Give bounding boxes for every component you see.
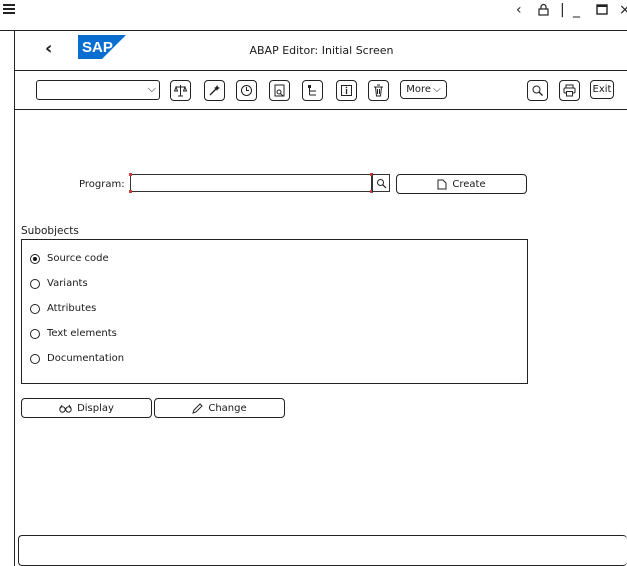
status-bar	[18, 535, 627, 566]
radio-text-elements[interactable]: Text elements	[30, 328, 117, 339]
subobjects-title: Subobjects	[21, 225, 79, 237]
radio-documentation[interactable]: Documentation	[30, 353, 124, 364]
chevron-down-icon: ⌵	[433, 84, 441, 95]
pencil-icon	[192, 402, 204, 414]
activate-icon[interactable]	[204, 80, 225, 101]
radio-attributes[interactable]: Attributes	[30, 303, 96, 314]
application-toolbar: ⌵ More ⌵ Exit	[14, 71, 627, 110]
separator-icon: |	[560, 2, 565, 18]
radio-label: Documentation	[47, 353, 125, 364]
object-list-icon[interactable]	[269, 80, 290, 101]
radio-button[interactable]	[30, 353, 40, 364]
glasses-icon	[59, 404, 72, 413]
search-icon[interactable]	[527, 80, 548, 101]
radio-button[interactable]	[30, 328, 40, 339]
value-help-button[interactable]	[372, 174, 390, 192]
sap-gui-window: ‹ | _ × ABAP Editor: Initial Screen ‹ SA…	[0, 0, 627, 566]
create-label: Create	[452, 178, 486, 190]
radio-label: Text elements	[47, 328, 117, 339]
main-content: Program: Create Subobjects Source code V…	[14, 110, 627, 566]
radio-label: Variants	[47, 278, 88, 289]
minimize-icon[interactable]: _	[573, 2, 580, 18]
lock-icon[interactable]	[538, 3, 549, 20]
exit-label: Exit	[592, 84, 612, 95]
menu-icon[interactable]	[3, 4, 15, 14]
change-button[interactable]: Change	[154, 398, 285, 418]
close-icon[interactable]: ×	[619, 2, 627, 18]
search-icon	[376, 178, 386, 188]
program-label: Program:	[79, 179, 125, 190]
change-label: Change	[208, 402, 247, 414]
display-button[interactable]: Display	[21, 398, 152, 418]
required-marker	[129, 190, 132, 193]
radio-button[interactable]	[30, 278, 40, 289]
radio-button[interactable]	[30, 253, 40, 264]
program-input[interactable]	[130, 174, 372, 192]
create-button[interactable]: Create	[396, 174, 527, 194]
subobjects-group: Source code Variants Attributes Text ele…	[21, 239, 528, 384]
maximize-icon[interactable]	[596, 3, 608, 19]
radio-button[interactable]	[30, 303, 40, 314]
print-icon[interactable]	[559, 80, 580, 101]
info-icon[interactable]	[336, 80, 357, 101]
sap-logo: SAP	[78, 35, 126, 59]
radio-source-code[interactable]: Source code	[30, 253, 109, 264]
command-field[interactable]: ⌵	[36, 80, 160, 100]
radio-label: Source code	[47, 253, 109, 264]
radio-variants[interactable]: Variants	[30, 278, 88, 289]
hierarchy-icon[interactable]	[302, 80, 323, 101]
more-label: More	[406, 84, 432, 95]
system-bar: ‹ | _ ×	[0, 0, 627, 31]
chevron-left-icon[interactable]: ‹	[516, 2, 522, 18]
display-label: Display	[77, 402, 114, 414]
radio-label: Attributes	[47, 303, 97, 314]
new-document-icon	[437, 179, 447, 189]
where-used-icon[interactable]	[236, 80, 257, 101]
back-icon[interactable]: ‹	[45, 40, 52, 58]
required-marker	[129, 173, 132, 176]
delete-icon[interactable]	[368, 80, 389, 101]
svg-text:SAP: SAP	[82, 39, 113, 56]
exit-button[interactable]: Exit	[590, 80, 614, 99]
chevron-down-icon: ⌵	[147, 82, 156, 95]
title-bar: ABAP Editor: Initial Screen ‹ SAP	[14, 30, 627, 71]
more-button[interactable]: More ⌵	[400, 80, 447, 99]
check-icon[interactable]	[170, 80, 191, 101]
